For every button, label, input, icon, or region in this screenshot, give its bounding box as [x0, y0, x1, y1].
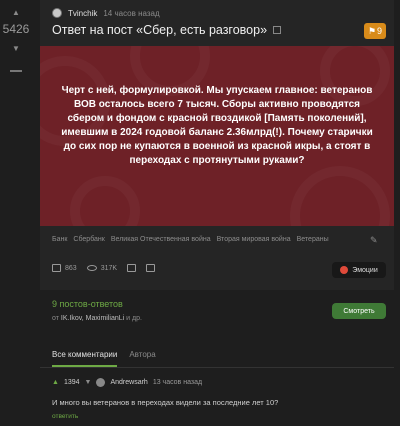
post-stats: 863 317K	[52, 264, 156, 272]
reply-link[interactable]: ответить	[52, 413, 392, 420]
post-title-row: Ответ на пост «Сбер, есть разговор»	[52, 23, 282, 37]
comment-upvote-icon[interactable]: ▲	[52, 379, 59, 386]
tag[interactable]: Вторая мировая война	[217, 236, 291, 243]
comments-count: 863	[65, 264, 77, 272]
post-time: 14 часов назад	[103, 8, 160, 18]
reply-posts-title[interactable]: 9 постов-ответов	[52, 299, 123, 309]
external-link-icon[interactable]	[273, 26, 282, 34]
post-card: Tvinchik 14 часов назад Ответ на пост «С…	[40, 0, 394, 290]
from-prefix: от	[52, 315, 59, 322]
tabs-divider	[40, 367, 394, 368]
emoji-icon	[340, 266, 349, 274]
save-icon	[146, 264, 156, 272]
post-image-text: Черт с ней, формулировкой. Мы упускаем г…	[61, 85, 373, 166]
reply-authors[interactable]: IK.Ikov, MaximilianLi	[61, 315, 124, 322]
badge-icon: ⚑	[367, 25, 377, 36]
comment-downvote-icon[interactable]: ▼	[85, 379, 92, 386]
decor-ring	[290, 166, 390, 226]
edit-pencil-icon[interactable]: ✎	[370, 235, 380, 245]
minus-icon[interactable]	[10, 70, 22, 72]
rating-sidebar: ▲ 5426 ▼	[0, 0, 32, 426]
show-replies-button[interactable]: Смотреть	[332, 303, 386, 319]
comments-badge[interactable]: ⚑ 9	[364, 23, 386, 39]
tab-all-comments[interactable]: Все комментарии	[52, 350, 118, 367]
tag-list: Банк Сбербанк Великая Отечественная войн…	[52, 236, 329, 243]
share-stat[interactable]	[127, 264, 137, 272]
reply-posts-panel: 9 постов-ответов от IK.Ikov, MaximilianL…	[40, 290, 394, 330]
tag[interactable]: Банк	[52, 236, 67, 243]
reply-posts-authors: от IK.Ikov, MaximilianLi и др.	[52, 315, 142, 322]
post-image[interactable]: Черт с ней, формулировкой. Мы упускаем г…	[40, 46, 394, 226]
upvote-arrow-icon[interactable]: ▲	[0, 8, 32, 17]
save-stat[interactable]	[146, 264, 156, 272]
views-count: 317K	[100, 264, 118, 272]
badge-count: 9	[377, 26, 383, 36]
comment-body: И много вы ветеранов в переходах видели …	[52, 398, 279, 407]
post-title[interactable]: Ответ на пост «Сбер, есть разговор»	[52, 23, 267, 37]
author-avatar[interactable]	[52, 8, 62, 18]
comment-avatar[interactable]	[96, 378, 106, 387]
comments-stat[interactable]: 863	[52, 264, 77, 272]
emotions-label: Эмоции	[352, 266, 378, 274]
author-name[interactable]: Tvinchik	[68, 9, 97, 18]
emotions-button[interactable]: Эмоции	[332, 262, 386, 278]
comment-header: ▲ 1394 ▼ Andrewsarh 13 часов назад	[52, 378, 392, 387]
comment-author[interactable]: Andrewsarh	[110, 379, 147, 386]
comment-icon	[52, 264, 61, 272]
comment-score: 1394	[63, 379, 80, 386]
comment-item: ▲ 1394 ▼ Andrewsarh 13 часов назад И мно…	[52, 378, 392, 420]
tag[interactable]: Сбербанк	[73, 236, 104, 243]
tab-author[interactable]: Автора	[129, 350, 155, 367]
comment-tabs: Все комментарии Автора	[52, 350, 156, 367]
downvote-arrow-icon[interactable]: ▼	[0, 44, 32, 53]
share-icon	[127, 264, 137, 272]
from-suffix: и др.	[126, 315, 142, 322]
decor-ring	[70, 176, 140, 226]
post-rating: 5426	[2, 22, 30, 36]
views-stat: 317K	[86, 264, 118, 272]
eye-icon	[86, 265, 97, 271]
tag[interactable]: Великая Отечественная война	[111, 236, 211, 243]
tag[interactable]: Ветераны	[297, 236, 329, 243]
post-header: Tvinchik 14 часов назад	[52, 8, 160, 18]
comment-time: 13 часов назад	[152, 379, 203, 386]
